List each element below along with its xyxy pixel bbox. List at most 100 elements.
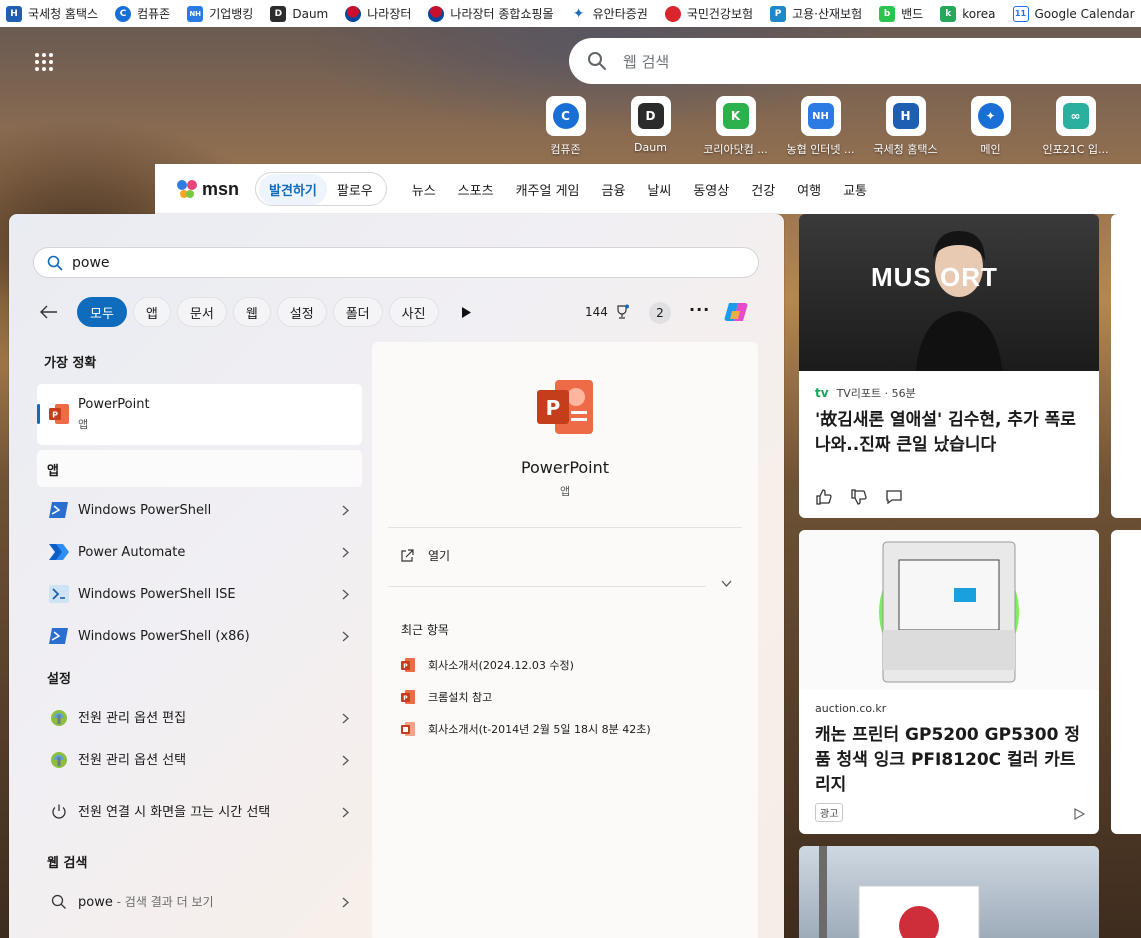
- news-card-partial[interactable]: [1111, 214, 1141, 518]
- app-result-windows-powershell-x86[interactable]: Windows PowerShell (x86): [37, 616, 362, 656]
- msn-view-toggle: 발견하기 팔로우: [255, 172, 387, 206]
- tab-video[interactable]: 동영상: [693, 180, 729, 199]
- chevron-right-icon: [338, 631, 352, 642]
- hometax-icon: H: [892, 103, 919, 129]
- app-result-power-automate[interactable]: Power Automate: [37, 532, 362, 572]
- search-icon: [47, 255, 63, 270]
- svg-text:P: P: [546, 396, 561, 420]
- setting-result-screen-timeout[interactable]: 전원 연결 시 화면을 끄는 시간 선택: [37, 788, 362, 836]
- filter-web[interactable]: 웹: [232, 297, 271, 327]
- tab-health[interactable]: 건강: [751, 180, 775, 199]
- msn-logo[interactable]: msn: [175, 177, 239, 201]
- tab-discover[interactable]: 발견하기: [259, 173, 327, 205]
- bookmark-daum[interactable]: D Daum: [270, 5, 328, 22]
- nh-bank-icon: NH: [187, 5, 204, 22]
- tile-info21c[interactable]: ∞ 인포21C 입...: [1033, 96, 1118, 157]
- apps-launcher-icon[interactable]: [35, 53, 53, 71]
- selection-indicator: [37, 404, 40, 424]
- web-search-placeholder: 웹 검색: [623, 52, 670, 71]
- bookmark-narajangteo-mall[interactable]: 나라장터 종합쇼핑몰: [428, 5, 554, 22]
- news-title[interactable]: '故김새론 열애설' 김수현, 추가 폭로 나와..진짜 큰일 났습니다: [815, 408, 1083, 458]
- filter-settings[interactable]: 설정: [276, 297, 327, 327]
- news-card[interactable]: [799, 846, 1099, 938]
- bookmark-hometax[interactable]: H 국세청 홈택스: [6, 5, 98, 22]
- tile-compuzone[interactable]: C 컴퓨존: [523, 96, 608, 157]
- back-button[interactable]: [35, 298, 63, 326]
- yuanta-icon: ✦: [977, 103, 1004, 129]
- filter-all[interactable]: 모두: [77, 297, 127, 327]
- app-result-windows-powershell-ise[interactable]: Windows PowerShell ISE: [37, 574, 362, 614]
- compuzone-icon: C: [115, 5, 132, 22]
- search-icon: [588, 52, 606, 70]
- powerpoint-icon: P: [49, 404, 69, 424]
- bookmark-band[interactable]: b 밴드: [879, 5, 923, 22]
- recent-item[interactable]: P 크롬설치 참고: [400, 689, 492, 705]
- web-search-result[interactable]: powe - 검색 결과 더 보기: [37, 882, 362, 922]
- search-query-box[interactable]: [33, 247, 759, 278]
- daum-icon: D: [270, 5, 287, 22]
- tile-hometax[interactable]: H 국세청 홈택스: [863, 96, 948, 157]
- ad-card[interactable]: auction.co.kr 캐논 프린터 GP5200 GP5300 정품 청색…: [799, 530, 1099, 834]
- chevron-right-icon: [338, 713, 352, 724]
- filter-documents[interactable]: 문서: [176, 297, 227, 327]
- best-match-powerpoint[interactable]: P PowerPoint 앱: [37, 384, 362, 445]
- chevron-down-icon[interactable]: [721, 580, 732, 587]
- setting-result-choose-power-plan[interactable]: 전원 관리 옵션 선택: [37, 740, 362, 780]
- tab-casual-games[interactable]: 캐주얼 게임: [516, 180, 580, 199]
- preview-app-type: 앱: [559, 485, 571, 498]
- notification-count-badge[interactable]: 2: [649, 302, 671, 324]
- news-card[interactable]: MUS ORT tv TV리포트 · 56분 '故김새론 열애설' 김수현, 추가…: [799, 214, 1099, 518]
- rewards-points[interactable]: 144: [585, 304, 630, 320]
- chevron-right-icon: [338, 755, 352, 766]
- ad-title[interactable]: 캐논 프린터 GP5200 GP5300 정품 청색 잉크 PFI8120C 컬…: [815, 723, 1083, 798]
- powerpoint-file-icon: P: [401, 690, 415, 704]
- recent-item[interactable]: 회사소개서(t-2014년 2월 5일 18시 8분 42초): [400, 721, 651, 737]
- comment-icon[interactable]: [885, 488, 903, 506]
- tab-weather[interactable]: 날씨: [647, 180, 671, 199]
- svg-text:P: P: [403, 695, 408, 702]
- bookmark-nhis[interactable]: 국민건강보험: [664, 5, 753, 22]
- search-input[interactable]: [72, 254, 692, 271]
- tab-sports[interactable]: 스포츠: [458, 180, 494, 199]
- windows-search-panel: 모두 앱 문서 웹 설정 폴더 사진 144 2 ··· 가장 정확 P Pow…: [9, 214, 784, 938]
- copilot-icon[interactable]: [721, 297, 751, 327]
- tab-news[interactable]: 뉴스: [412, 180, 436, 199]
- thumbs-down-icon[interactable]: [850, 488, 868, 506]
- setting-result-edit-power-plan[interactable]: 전원 관리 옵션 편집: [37, 698, 362, 738]
- bookmark-employment-insurance[interactable]: P 고용·산재보험: [770, 5, 862, 22]
- tab-follow[interactable]: 팔로우: [327, 174, 383, 205]
- daum-icon: D: [637, 103, 664, 129]
- web-search-box[interactable]: 웹 검색: [569, 38, 1141, 84]
- tile-main[interactable]: ✦ 메인: [948, 96, 1033, 157]
- bookmark-korea[interactable]: k korea: [940, 5, 996, 22]
- preview-app-name: PowerPoint: [520, 458, 610, 477]
- taegeuk-icon: [428, 5, 445, 22]
- bookmark-corporate-banking[interactable]: NH 기업뱅킹: [187, 5, 253, 22]
- bookmark-narajangteo[interactable]: 나라장터: [345, 5, 411, 22]
- bookmark-compuzone[interactable]: C 컴퓨존: [115, 5, 170, 22]
- tab-travel[interactable]: 여행: [797, 180, 821, 199]
- thumbs-up-icon[interactable]: [815, 488, 833, 506]
- powerpoint-file-icon: P: [401, 658, 415, 672]
- recent-item[interactable]: P 회사소개서(2024.12.03 수정): [400, 657, 574, 673]
- section-apps[interactable]: 앱: [37, 450, 362, 487]
- ad-choices-icon[interactable]: [1073, 808, 1085, 820]
- filter-folders[interactable]: 폴더: [332, 297, 383, 327]
- app-result-windows-powershell[interactable]: Windows PowerShell: [37, 490, 362, 530]
- bookmark-google-calendar[interactable]: 11 Google Calendar: [1012, 5, 1135, 22]
- taegeuk-icon: [345, 5, 362, 22]
- tab-traffic[interactable]: 교통: [843, 180, 867, 199]
- tab-finance[interactable]: 금융: [602, 180, 626, 199]
- open-action[interactable]: 열기: [400, 547, 450, 564]
- filter-apps[interactable]: 앱: [132, 297, 171, 327]
- filter-photos[interactable]: 사진: [388, 297, 439, 327]
- tile-nh-internet[interactable]: NH 농협 인터넷 ...: [778, 96, 863, 157]
- more-filters-arrow[interactable]: [457, 306, 477, 318]
- more-options-button[interactable]: ···: [689, 300, 710, 319]
- bookmark-yuanta[interactable]: ✦ 유안타증권: [570, 5, 648, 22]
- powerpoint-show-icon: [401, 722, 415, 736]
- news-card-partial[interactable]: [1111, 530, 1141, 834]
- tile-daum[interactable]: D Daum: [608, 96, 693, 157]
- chevron-right-icon: [338, 807, 352, 818]
- tile-korea-com[interactable]: K 코리아닷컴 ...: [693, 96, 778, 157]
